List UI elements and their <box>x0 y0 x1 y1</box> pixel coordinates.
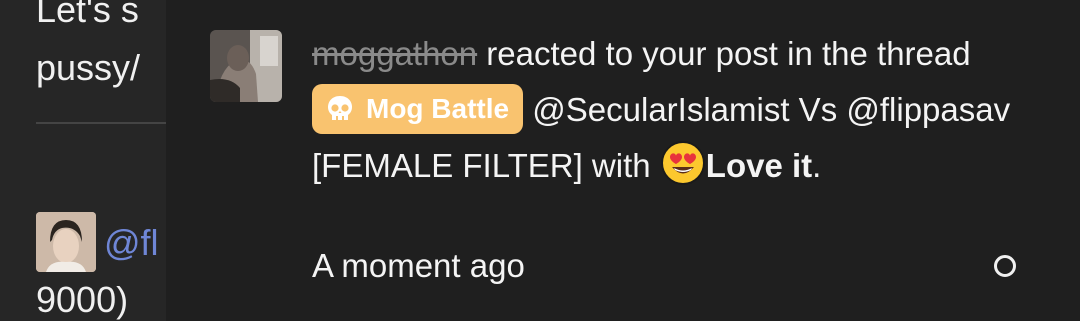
notification-text: moggathon reacted to your post in the th… <box>312 26 1012 194</box>
divider <box>36 122 166 124</box>
user-mention-link[interactable]: @fl <box>104 222 159 264</box>
skull-icon <box>328 96 352 121</box>
notification-item[interactable]: moggathon reacted to your post in the th… <box>166 0 1080 321</box>
heart-eyes-emoji-icon <box>660 141 705 186</box>
badge-label: Mog Battle <box>366 93 510 125</box>
post-text-line: 9000) <box>36 279 129 320</box>
avatar[interactable] <box>210 30 282 102</box>
mark-read-toggle[interactable] <box>994 255 1016 277</box>
reaction-label: Love it <box>705 147 813 184</box>
post-text-line: pussy/ <box>36 47 141 88</box>
background-post: Let's s pussy/ @fl 9000) <box>0 0 170 321</box>
thread-prefix-badge: Mog Battle <box>312 84 524 135</box>
avatar[interactable] <box>36 212 96 272</box>
notification-action-text: reacted to your post in the thread <box>477 35 971 72</box>
reaction-suffix: . <box>812 147 822 184</box>
timestamp: A moment ago <box>312 247 525 284</box>
post-text-line: Let's s <box>36 0 139 30</box>
username-link[interactable]: moggathon <box>312 35 477 72</box>
